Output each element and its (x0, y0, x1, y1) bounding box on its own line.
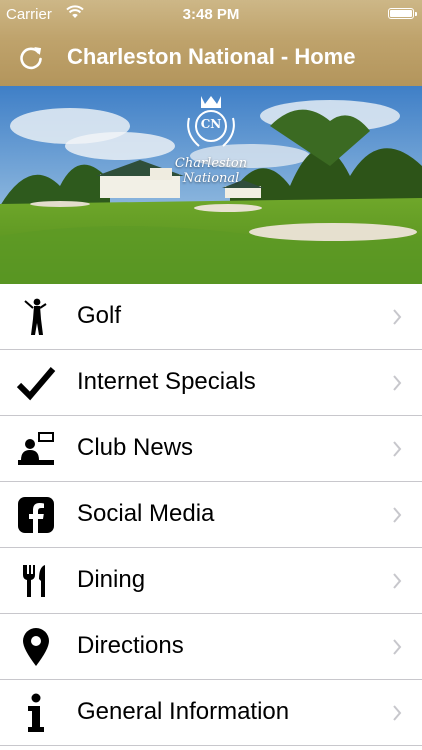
hero-image: CN Charleston National (0, 86, 422, 284)
header: Carrier 3:48 PM Charleston National - Ho… (0, 0, 422, 86)
golfer-icon (14, 297, 58, 337)
menu-item-dining[interactable]: Dining (0, 548, 422, 614)
refresh-button[interactable] (14, 41, 48, 75)
menu-item-label: Internet Specials (77, 368, 256, 395)
menu-item-club-news[interactable]: Club News (0, 416, 422, 482)
news-icon (14, 429, 58, 469)
chevron-right-icon (393, 573, 402, 589)
chevron-right-icon (393, 705, 402, 721)
chevron-right-icon (393, 309, 402, 325)
location-pin-icon (14, 627, 58, 667)
menu-item-label: Club News (77, 434, 194, 461)
chevron-right-icon (393, 375, 402, 391)
menu-item-general-information[interactable]: General Information (0, 680, 422, 746)
menu-item-internet-specials[interactable]: Internet Specials (0, 350, 422, 416)
club-logo: CN Charleston National (150, 94, 272, 186)
page-title: Charleston National - Home (67, 44, 356, 69)
menu-item-label: General Information (77, 698, 290, 725)
battery-icon (388, 8, 417, 19)
facebook-icon (14, 495, 58, 535)
menu-item-directions[interactable]: Directions (0, 614, 422, 680)
menu-item-label: Directions (77, 632, 184, 659)
status-bar: Carrier 3:48 PM (0, 0, 422, 30)
menu-item-label: Dining (77, 566, 146, 593)
chevron-right-icon (393, 639, 402, 655)
menu-item-golf[interactable]: Golf (0, 284, 422, 350)
main-menu: Golf Internet Specials Club News Social … (0, 284, 422, 746)
checkmark-icon (14, 363, 58, 403)
menu-item-label: Social Media (77, 500, 215, 527)
logo-wordmark: Charleston National (174, 156, 248, 186)
fork-knife-icon (14, 561, 58, 601)
logo-monogram: CN (200, 117, 222, 131)
battery-level (390, 10, 412, 17)
info-icon (14, 693, 58, 733)
chevron-right-icon (393, 507, 402, 523)
refresh-icon (20, 46, 42, 70)
chevron-right-icon (393, 441, 402, 457)
menu-item-social-media[interactable]: Social Media (0, 482, 422, 548)
app-screen: Carrier 3:48 PM Charleston National - Ho… (0, 0, 422, 750)
menu-item-label: Golf (77, 302, 122, 329)
nav-bar: Charleston National - Home (0, 30, 422, 86)
status-time: 3:48 PM (182, 6, 240, 23)
